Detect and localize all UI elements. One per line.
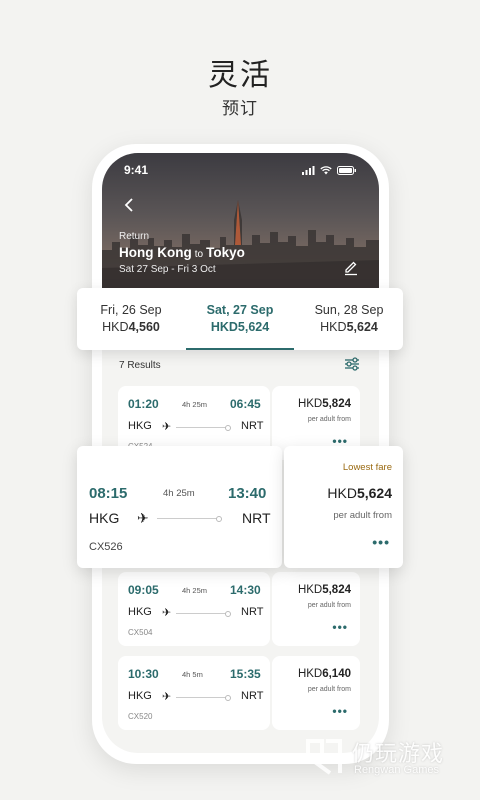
status-bar: 9:41 bbox=[124, 163, 357, 177]
featured-flight-card[interactable]: 08:15 4h 25m 13:40 HKG ✈ NRT CX526 Lowes… bbox=[77, 446, 403, 568]
lowest-fare-badge: Lowest fare bbox=[342, 462, 392, 473]
date-tab-prev[interactable]: Fri, 26 Sep HKD4,560 bbox=[77, 288, 185, 350]
date-tab-price: HKD4,560 bbox=[77, 320, 185, 334]
date-tab-next[interactable]: Sun, 28 Sep HKD5,624 bbox=[295, 288, 403, 350]
flight-duration: 4h 25m bbox=[163, 488, 195, 499]
arrival-time: 06:45 bbox=[230, 397, 261, 411]
fare-amount: 5,824 bbox=[322, 584, 351, 596]
fare-amount: 6,140 bbox=[322, 668, 351, 680]
flight-card-times[interactable]: 10:30 4h 5m 15:35 HKG ✈ NRT CX520 bbox=[118, 656, 270, 730]
date-tab-price: HKD5,624 bbox=[295, 320, 403, 334]
flight-number: CX526 bbox=[89, 541, 123, 553]
fare-currency: HKD bbox=[297, 398, 323, 410]
flight-duration: 4h 25m bbox=[182, 400, 208, 409]
fare-basis: per adult from bbox=[307, 686, 351, 693]
arrival-time: 13:40 bbox=[228, 485, 267, 502]
results-count: 7 Results bbox=[119, 360, 161, 371]
fare-basis: per adult from bbox=[307, 602, 351, 609]
date-selector: Fri, 26 Sep HKD4,560 Sat, 27 Sep HKD5,62… bbox=[77, 288, 403, 350]
route-line bbox=[176, 425, 231, 431]
date-tab-amount: 5,624 bbox=[346, 320, 378, 334]
flight-number: CX504 bbox=[128, 628, 153, 637]
origin-airport: HKG bbox=[128, 420, 152, 432]
flight-duration: 4h 25m bbox=[182, 586, 208, 595]
plane-icon: ✈ bbox=[162, 691, 172, 703]
date-tab-date: Fri, 26 Sep bbox=[100, 303, 162, 317]
watermark-subtitle: Rengwan Games bbox=[354, 764, 439, 776]
fare-currency: HKD bbox=[297, 584, 323, 596]
destination-airport: NRT bbox=[242, 510, 271, 526]
battery-icon bbox=[337, 165, 356, 175]
fare-price: HKD5,824 bbox=[298, 584, 351, 596]
back-arrow-icon[interactable] bbox=[120, 195, 140, 215]
watermark: 仍玩游戏 Rengwan Games bbox=[300, 733, 480, 781]
origin-city: Hong Kong bbox=[119, 245, 192, 260]
fare-basis: per adult from bbox=[333, 510, 392, 521]
departure-time: 01:20 bbox=[128, 397, 159, 411]
fare-price: HKD5,624 bbox=[327, 485, 392, 501]
arrival-time: 14:30 bbox=[230, 583, 261, 597]
promo-subline: 预订 bbox=[222, 99, 258, 119]
plane-icon: ✈ bbox=[137, 510, 149, 526]
date-tab-selected[interactable]: Sat, 27 Sep HKD5,624 bbox=[186, 288, 294, 350]
date-tab-date: Sun, 28 Sep bbox=[314, 303, 384, 317]
more-options-icon[interactable]: ••• bbox=[332, 620, 348, 634]
route-line bbox=[176, 695, 231, 701]
watermark-logo-icon bbox=[306, 739, 342, 775]
date-tab-amount: 5,624 bbox=[237, 320, 270, 334]
fare-amount: 5,624 bbox=[356, 485, 392, 501]
flight-card[interactable]: 09:05 4h 25m 14:30 HKG ✈ NRT CX504 HKD5,… bbox=[118, 572, 360, 646]
destination-airport: NRT bbox=[241, 690, 264, 702]
arrival-time: 15:35 bbox=[230, 667, 261, 681]
flight-duration: 4h 5m bbox=[182, 670, 203, 679]
departure-time: 09:05 bbox=[128, 583, 159, 597]
wifi-icon bbox=[320, 165, 332, 174]
status-icons bbox=[302, 165, 357, 175]
filter-sliders-icon[interactable] bbox=[344, 356, 360, 372]
fare-amount: 5,824 bbox=[322, 398, 351, 410]
fare-price: HKD6,140 bbox=[298, 668, 351, 680]
hero-banner: 9:41 Return Hong Kong to Tokyo Sat 27 Sep … bbox=[102, 153, 379, 290]
plane-icon: ✈ bbox=[162, 607, 172, 619]
fare-price: HKD5,824 bbox=[298, 398, 351, 410]
destination-airport: NRT bbox=[241, 420, 264, 432]
route-connector: to bbox=[194, 249, 204, 260]
destination-airport: NRT bbox=[241, 606, 264, 618]
trip-type-label: Return bbox=[119, 231, 150, 242]
more-options-icon[interactable]: ••• bbox=[372, 534, 390, 550]
date-tab-date: Sat, 27 Sep bbox=[206, 303, 274, 317]
fare-basis: per adult from bbox=[307, 416, 351, 423]
fare-currency: HKD bbox=[327, 485, 357, 501]
route-line bbox=[176, 611, 231, 617]
destination-city: Tokyo bbox=[206, 245, 245, 260]
promo-headline: 灵活 bbox=[208, 58, 272, 93]
route-line bbox=[157, 516, 222, 522]
origin-airport: HKG bbox=[89, 510, 120, 526]
flight-card-times[interactable]: 08:15 4h 25m 13:40 HKG ✈ NRT CX526 bbox=[77, 446, 282, 568]
flight-number: CX520 bbox=[128, 712, 153, 721]
signal-icon bbox=[302, 165, 315, 175]
more-options-icon[interactable]: ••• bbox=[332, 704, 348, 718]
flight-card-price[interactable]: HKD5,824 per adult from ••• bbox=[272, 572, 360, 646]
date-tab-amount: 4,560 bbox=[128, 320, 160, 334]
flight-card[interactable]: 10:30 4h 5m 15:35 HKG ✈ NRT CX520 HKD6,1… bbox=[118, 656, 360, 730]
departure-time: 10:30 bbox=[128, 667, 159, 681]
origin-airport: HKG bbox=[128, 690, 152, 702]
flight-card-price[interactable]: HKD6,140 per adult from ••• bbox=[272, 656, 360, 730]
plane-icon: ✈ bbox=[162, 421, 172, 433]
origin-airport: HKG bbox=[128, 606, 152, 618]
trip-dates: Sat 27 Sep - Fri 3 Oct bbox=[119, 264, 216, 275]
flight-card-price[interactable]: Lowest fare HKD5,624 per adult from ••• bbox=[284, 446, 403, 568]
flight-card-times[interactable]: 09:05 4h 25m 14:30 HKG ✈ NRT CX504 bbox=[118, 572, 270, 646]
date-tab-currency: HKD bbox=[320, 320, 347, 334]
date-tab-currency: HKD bbox=[102, 320, 129, 334]
status-time: 9:41 bbox=[124, 163, 149, 177]
route-title: Hong Kong to Tokyo bbox=[119, 245, 245, 260]
date-tab-currency: HKD bbox=[210, 320, 238, 334]
fare-currency: HKD bbox=[297, 668, 323, 680]
departure-time: 08:15 bbox=[89, 485, 128, 502]
edit-pencil-icon[interactable] bbox=[343, 260, 359, 276]
date-tab-price: HKD5,624 bbox=[186, 320, 294, 334]
